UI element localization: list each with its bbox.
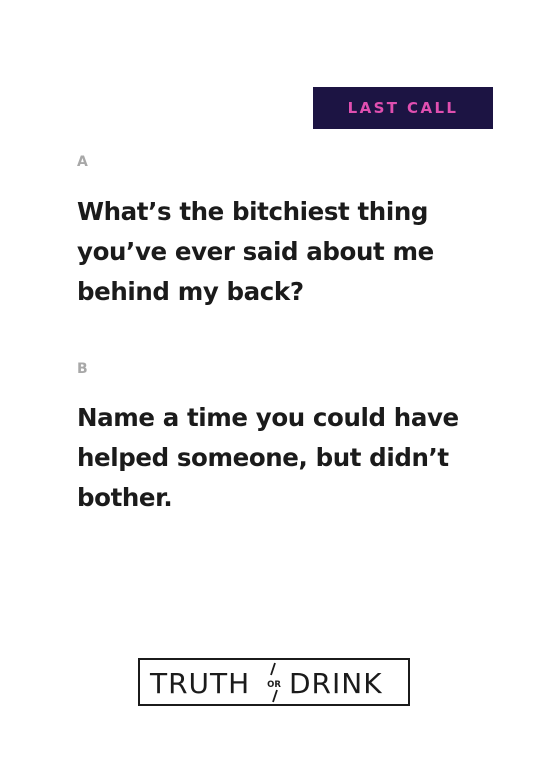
option-b-letter: B	[77, 361, 88, 377]
logo-drink-text: DRINK	[289, 667, 383, 700]
logo-slash-bottom	[272, 689, 278, 703]
logo-slash-top	[270, 662, 276, 676]
badge-label: LAST CALL	[347, 99, 459, 117]
last-call-badge: LAST CALL	[313, 87, 493, 129]
logo-truth-text: TRUTH	[149, 667, 250, 700]
option-a-letter: A	[77, 154, 88, 170]
question-card: LAST CALL A What’s the bitchiest thing y…	[0, 0, 551, 780]
logo-or-text: OR	[267, 680, 281, 690]
logo-mark: TRUTH OR DRINK	[149, 662, 383, 703]
option-b-question: Name a time you could have helped someon…	[77, 403, 459, 512]
option-a-question: What’s the bitchiest thing you’ve ever s…	[77, 197, 434, 306]
truth-or-drink-logo: TRUTH OR DRINK	[138, 658, 410, 706]
